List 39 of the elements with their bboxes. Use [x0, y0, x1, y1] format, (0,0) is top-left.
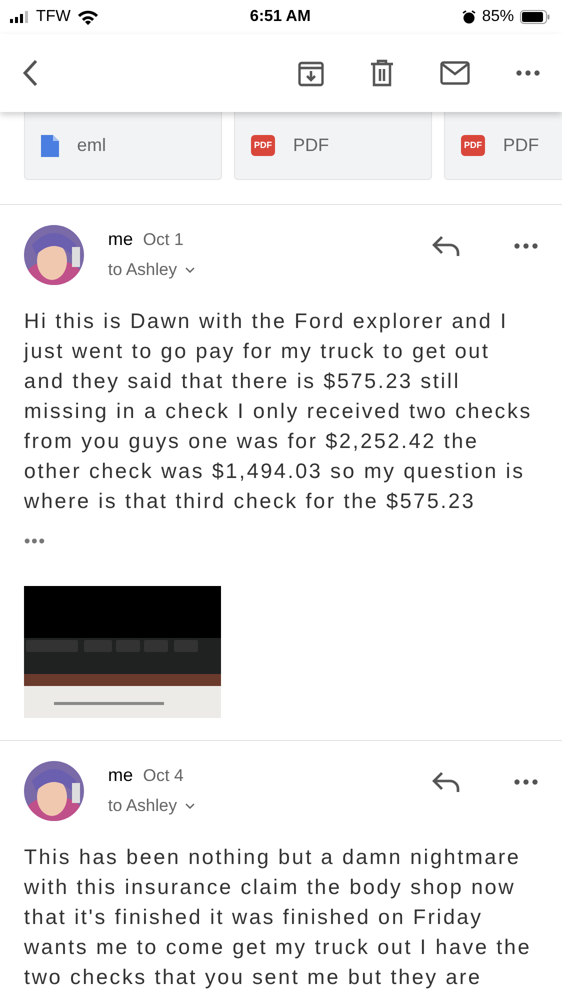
file-type: PDF — [503, 135, 539, 156]
file-type: PDF — [293, 135, 329, 156]
clock-time: 6:51 AM — [250, 8, 311, 26]
delete-button[interactable] — [370, 59, 394, 87]
message-body: Hi this is Dawn with the Ford explorer and I just went to go pay for my truck to get out and they said that there is $575.23 still missing in a check I only received two checks from you guys one was for $2,252.42 the other check was $1,494.03 so my question is where is that third check for the $575.23 — [24, 309, 534, 515]
show-trimmed-button[interactable]: ••• — [24, 531, 46, 552]
sender-name: me — [108, 229, 134, 250]
more-icon — [514, 243, 538, 249]
carrier-name: TFW — [36, 8, 71, 26]
signal-icon — [10, 11, 30, 23]
more-icon — [514, 779, 538, 785]
more-button[interactable] — [514, 243, 538, 249]
more-icon — [516, 70, 540, 76]
pdf-icon: PDF — [461, 135, 485, 156]
chevron-down-icon — [185, 267, 195, 273]
reply-button[interactable] — [432, 771, 460, 793]
battery-percent: 85% — [482, 8, 514, 26]
more-button[interactable] — [514, 779, 538, 785]
back-button[interactable] — [22, 59, 38, 87]
message-date: Oct 4 — [143, 766, 184, 786]
more-button[interactable] — [516, 70, 540, 76]
wifi-icon — [76, 10, 99, 24]
file-type: eml — [77, 135, 106, 156]
reply-button[interactable] — [432, 235, 460, 257]
attachment-card[interactable]: PDF PDF — [234, 112, 432, 180]
pdf-icon: PDF — [251, 135, 275, 156]
attachment-card[interactable]: eml — [24, 112, 222, 180]
recipient-toggle[interactable]: to Ashley — [108, 796, 408, 816]
document-icon — [41, 134, 59, 156]
attachment-card[interactable]: PDF PDF — [444, 112, 562, 180]
message-date: Oct 1 — [143, 230, 184, 250]
alarm-icon — [462, 10, 476, 24]
recipient-toggle[interactable]: to Ashley — [108, 260, 408, 280]
chevron-down-icon — [185, 803, 195, 809]
archive-button[interactable] — [298, 59, 324, 87]
battery-icon — [520, 10, 550, 24]
message-body: This has been nothing but a damn nightmare with this insurance claim the body shop now that it's finished it was finished on Friday wants me to come get my truck out I have the two checks that you sent me but they are — [24, 845, 532, 991]
sender-name: me — [108, 765, 134, 786]
mail-button[interactable] — [440, 61, 470, 85]
